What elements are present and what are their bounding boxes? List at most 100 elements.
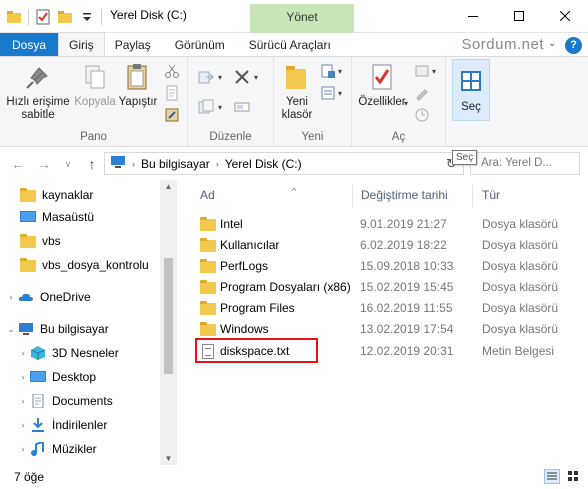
breadcrumb-local-disk[interactable]: Yerel Disk (C:): [225, 157, 302, 171]
help-icon[interactable]: ?: [565, 37, 582, 54]
up-arrow-icon[interactable]: ↑: [84, 156, 100, 172]
nav-item-documents[interactable]: › Documents: [16, 390, 113, 412]
breadcrumb-separator-icon[interactable]: ›: [132, 159, 135, 169]
scroll-up-icon[interactable]: ▲: [160, 182, 177, 191]
file-type: Dosya klasörü: [482, 322, 559, 336]
column-divider[interactable]: [352, 185, 353, 207]
folder-icon: [200, 322, 216, 336]
column-header-type[interactable]: Tür: [482, 188, 500, 202]
nav-item-label: 3D Nesneler: [52, 346, 119, 360]
expand-arrow-icon[interactable]: ›: [16, 396, 30, 406]
properties-icon: [366, 61, 398, 93]
rename-icon[interactable]: [234, 99, 250, 115]
minimize-button[interactable]: [450, 0, 496, 32]
nav-item-onedrive[interactable]: › OneDrive: [4, 286, 91, 308]
nav-pane-scrollbar[interactable]: ▲ ▼: [160, 180, 177, 465]
search-box[interactable]: Ara: Yerel D...: [470, 152, 580, 175]
nav-item-label: Documents: [52, 394, 113, 408]
nav-item-muzikler[interactable]: › Müzikler: [16, 438, 97, 460]
move-to-dropdown-icon[interactable]: ▾: [218, 73, 222, 82]
manage-context-tab[interactable]: Yönet: [250, 4, 354, 33]
chevron-down-icon[interactable]: ⌄: [548, 38, 560, 50]
file-name: Kullanıcılar: [220, 238, 280, 252]
breadcrumb-this-pc[interactable]: Bu bilgisayar: [141, 157, 210, 171]
duzenle-group-label: Düzenle: [209, 131, 252, 143]
file-date: 15.09.2018 10:33: [360, 259, 454, 273]
column-header-name[interactable]: ^ Ad: [200, 186, 296, 202]
tab-dosya[interactable]: Dosya: [0, 33, 59, 56]
move-to-icon[interactable]: [198, 69, 214, 85]
copy-path-icon[interactable]: [164, 85, 180, 101]
nav-item-desktop[interactable]: › Desktop: [16, 366, 97, 388]
recent-locations-icon[interactable]: ∨: [60, 156, 76, 172]
large-icons-view-icon[interactable]: [566, 469, 582, 484]
customize-toolbar-icon[interactable]: [79, 9, 95, 25]
copy-button[interactable]: Kopyala: [72, 61, 118, 109]
nav-item-kaynaklar[interactable]: kaynaklar: [20, 184, 93, 206]
cut-icon[interactable]: [164, 63, 180, 79]
new-item-icon[interactable]: [320, 63, 336, 79]
maximize-button[interactable]: [496, 0, 542, 32]
open-icon[interactable]: [414, 63, 430, 79]
paste-shortcut-icon[interactable]: [164, 107, 180, 123]
tab-surucu-araclari[interactable]: Sürücü Araçları: [237, 33, 341, 56]
column-header-date[interactable]: Değiştirme tarihi: [361, 188, 448, 202]
pin-icon: [22, 61, 54, 93]
folder-icon: [20, 234, 36, 248]
file-row[interactable]: Program Files 16.02.2019 11:55 Dosya kla…: [196, 298, 588, 318]
properties-button[interactable]: Özellikler: [356, 61, 408, 109]
edit-icon[interactable]: [414, 85, 430, 101]
nav-item-label: OneDrive: [40, 290, 91, 304]
tab-paylas[interactable]: Paylaş: [105, 33, 161, 56]
copy-icon: [79, 61, 111, 93]
tab-gorunum[interactable]: Görünüm: [161, 33, 237, 56]
pin-quick-access-button[interactable]: Hızlı erişime sabitle: [6, 61, 70, 122]
file-name: Intel: [220, 217, 243, 231]
scroll-down-icon[interactable]: ▼: [160, 454, 177, 463]
file-type: Dosya klasörü: [482, 280, 559, 294]
back-arrow-icon[interactable]: ←: [10, 156, 26, 172]
new-folder-icon[interactable]: [57, 9, 73, 25]
easy-access-dropdown-icon[interactable]: ▾: [338, 89, 342, 98]
breadcrumb-separator-icon[interactable]: ›: [216, 159, 219, 169]
properties-icon[interactable]: [35, 9, 51, 25]
nav-item-bu-bilgisayar[interactable]: ⌄ Bu bilgisayar: [4, 318, 108, 340]
nav-item-3d-nesneler[interactable]: › 3D Nesneler: [16, 342, 119, 364]
nav-item-vbs[interactable]: vbs: [20, 230, 61, 252]
new-item-dropdown-icon[interactable]: ▾: [338, 67, 342, 76]
file-row[interactable]: Program Dosyaları (x86) 15.02.2019 15:45…: [196, 277, 588, 297]
delete-icon[interactable]: [234, 69, 250, 85]
tab-giris[interactable]: Giriş: [58, 32, 105, 56]
nav-item-vbs-dosya-kontrolu[interactable]: vbs_dosya_kontrolu: [20, 254, 149, 276]
select-button[interactable]: Seç: [452, 59, 490, 121]
nav-item-indirilenler[interactable]: › İndirilenler: [16, 414, 107, 436]
collapse-arrow-icon[interactable]: ⌄: [4, 324, 18, 335]
easy-access-icon[interactable]: [320, 85, 336, 101]
file-row[interactable]: Intel 9.01.2019 21:27 Dosya klasörü: [196, 214, 588, 234]
paste-button[interactable]: Yapıştır: [118, 61, 158, 109]
expand-arrow-icon[interactable]: ›: [16, 444, 30, 454]
address-bar[interactable]: › Bu bilgisayar › Yerel Disk (C:) ∨: [104, 152, 464, 175]
delete-dropdown-icon[interactable]: ▾: [254, 73, 258, 82]
file-row[interactable]: Windows 13.02.2019 17:54 Dosya klasörü: [196, 319, 588, 339]
file-row[interactable]: Kullanıcılar 6.02.2019 18:22 Dosya klasö…: [196, 235, 588, 255]
copy-to-icon[interactable]: [198, 99, 214, 115]
paste-icon: [122, 61, 154, 93]
history-icon[interactable]: [414, 107, 430, 123]
column-divider[interactable]: [472, 185, 473, 207]
properties-dropdown-icon[interactable]: ▾: [404, 99, 408, 108]
close-button[interactable]: [542, 0, 588, 32]
scrollbar-thumb[interactable]: [164, 258, 173, 374]
expand-arrow-icon[interactable]: ›: [16, 348, 30, 358]
open-dropdown-icon[interactable]: ▾: [432, 67, 436, 76]
details-view-icon[interactable]: [544, 469, 560, 484]
nav-item-masaustu[interactable]: Masaüstü: [20, 206, 94, 228]
new-folder-button[interactable]: Yeni klasör: [278, 61, 316, 122]
expand-arrow-icon[interactable]: ›: [16, 420, 30, 430]
forward-arrow-icon[interactable]: →: [36, 156, 52, 172]
file-row[interactable]: PerfLogs 15.09.2018 10:33 Dosya klasörü: [196, 256, 588, 276]
file-name: Windows: [220, 322, 269, 336]
copy-to-dropdown-icon[interactable]: ▾: [218, 103, 222, 112]
expand-arrow-icon[interactable]: ›: [4, 292, 18, 302]
expand-arrow-icon[interactable]: ›: [16, 372, 30, 382]
